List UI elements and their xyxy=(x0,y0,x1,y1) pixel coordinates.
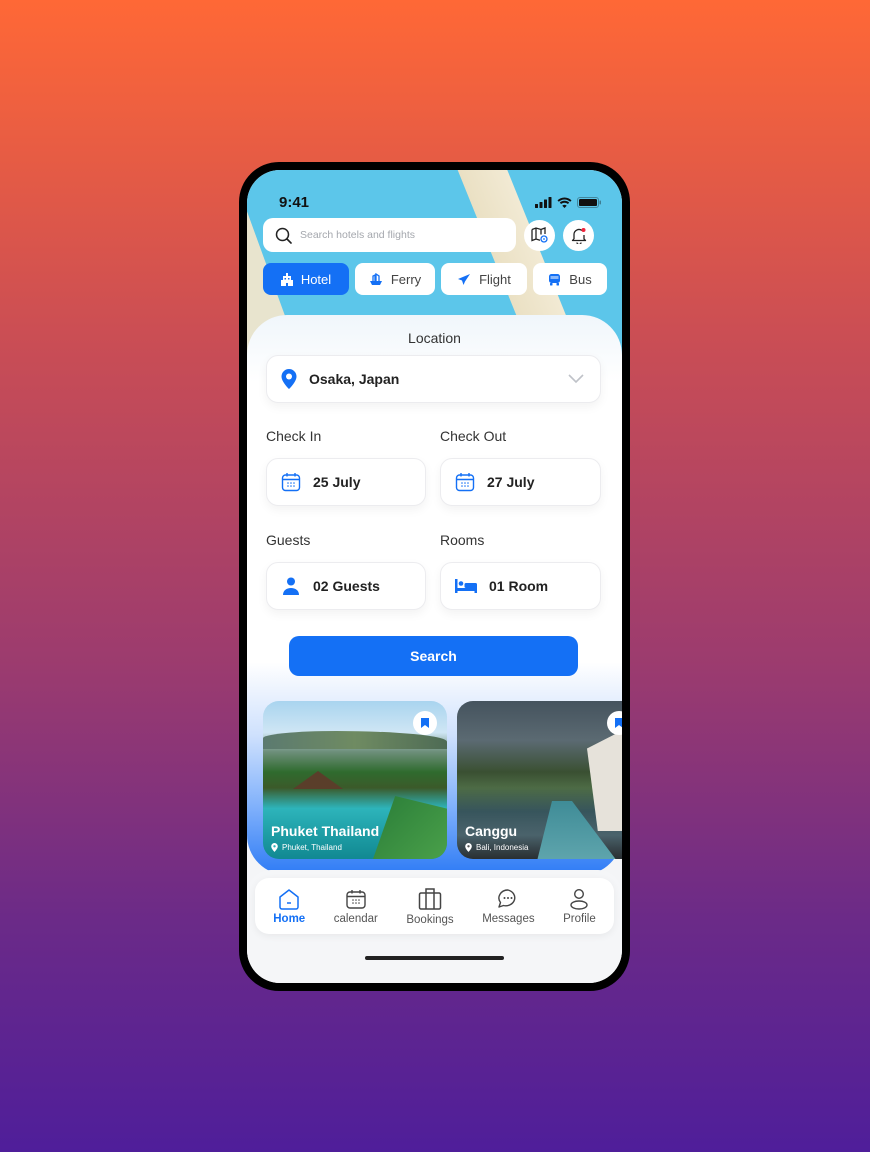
rooms-value: 01 Room xyxy=(489,578,549,594)
check-out-field[interactable]: 27 July xyxy=(440,458,601,506)
location-pin-icon xyxy=(271,843,278,852)
bookmark-icon xyxy=(421,718,429,728)
guests-label: Guests xyxy=(266,532,311,548)
map-icon xyxy=(531,227,548,243)
location-value: Osaka, Japan xyxy=(309,371,400,387)
chevron-down-icon xyxy=(568,374,584,384)
guests-value: 02 Guests xyxy=(313,578,380,594)
tab-ferry-label: Ferry xyxy=(390,271,422,287)
check-out-value: 27 July xyxy=(487,474,535,490)
status-time: 9:41 xyxy=(279,193,310,211)
hotel-icon xyxy=(280,272,293,286)
bus-icon xyxy=(549,273,561,285)
destination-carousel: Phuket Thailand Phuket, Thailand Canggu … xyxy=(263,701,622,859)
nav-calendar[interactable]: calendar xyxy=(334,888,378,925)
calendar-icon xyxy=(346,889,366,909)
destination-card[interactable]: Canggu Bali, Indonesia xyxy=(457,701,622,859)
check-in-value: 25 July xyxy=(313,474,361,490)
calendar-icon xyxy=(455,473,475,492)
app-screen: 9:41 Search hotels and flights Hotel Fer… xyxy=(247,170,622,983)
signal-icon xyxy=(535,196,552,208)
person-icon xyxy=(283,577,299,595)
chat-icon xyxy=(498,888,516,908)
bed-icon xyxy=(455,579,477,593)
destination-card[interactable]: Phuket Thailand Phuket, Thailand xyxy=(263,701,447,859)
tab-hotel[interactable]: Hotel xyxy=(263,263,349,295)
search-button[interactable]: Search xyxy=(289,636,578,676)
calendar-icon xyxy=(281,473,301,492)
tab-ferry[interactable]: Ferry xyxy=(355,263,435,295)
nav-bookings[interactable]: Bookings xyxy=(406,887,454,926)
map-button[interactable] xyxy=(524,219,555,251)
bottom-nav: Home calendar Bookings Messages Profile xyxy=(255,878,614,934)
bell-icon xyxy=(571,227,586,244)
tab-bus[interactable]: Bus xyxy=(533,263,607,295)
nav-profile[interactable]: Profile xyxy=(563,888,596,925)
transport-tabs: Hotel Ferry Flight Bus xyxy=(263,263,607,295)
rooms-field[interactable]: 01 Room xyxy=(440,562,601,610)
tab-hotel-label: Hotel xyxy=(300,271,332,287)
battery-icon xyxy=(577,196,601,208)
phone-frame: 9:41 Search hotels and flights Hotel Fer… xyxy=(239,162,630,991)
wifi-icon xyxy=(557,197,572,208)
tab-flight-label: Flight xyxy=(479,271,511,287)
plane-icon xyxy=(458,273,471,285)
destination-location: Phuket, Thailand xyxy=(271,843,342,852)
nav-messages[interactable]: Messages xyxy=(482,888,535,925)
location-pin-icon xyxy=(281,369,297,389)
check-out-label: Check Out xyxy=(440,428,507,444)
tab-flight[interactable]: Flight xyxy=(441,263,527,295)
nav-home[interactable]: Home xyxy=(273,888,305,925)
destination-location: Bali, Indonesia xyxy=(465,843,528,852)
home-icon xyxy=(279,888,299,910)
profile-icon xyxy=(570,888,589,910)
guests-field[interactable]: 02 Guests xyxy=(266,562,426,610)
notifications-button[interactable] xyxy=(563,219,594,251)
briefcase-icon xyxy=(418,887,442,910)
status-bar: 9:41 xyxy=(279,192,602,212)
location-label: Location xyxy=(408,330,461,346)
check-in-label: Check In xyxy=(266,428,322,444)
destination-name: Canggu xyxy=(465,823,518,839)
bookmark-icon xyxy=(615,718,622,728)
rooms-label: Rooms xyxy=(440,532,485,548)
check-in-field[interactable]: 25 July xyxy=(266,458,426,506)
tab-bus-label: Bus xyxy=(569,271,592,287)
bookmark-button[interactable] xyxy=(607,711,622,735)
home-indicator[interactable] xyxy=(365,956,504,960)
ferry-icon xyxy=(369,272,382,285)
location-pin-icon xyxy=(465,843,472,852)
search-placeholder: Search hotels and flights xyxy=(300,229,415,241)
bottom-area: Home calendar Bookings Messages Profile xyxy=(247,870,622,983)
search-icon xyxy=(275,227,292,244)
location-select[interactable]: Osaka, Japan xyxy=(266,355,601,403)
destination-name: Phuket Thailand xyxy=(271,823,380,839)
search-input[interactable]: Search hotels and flights xyxy=(263,218,516,252)
bookmark-button[interactable] xyxy=(413,711,437,735)
